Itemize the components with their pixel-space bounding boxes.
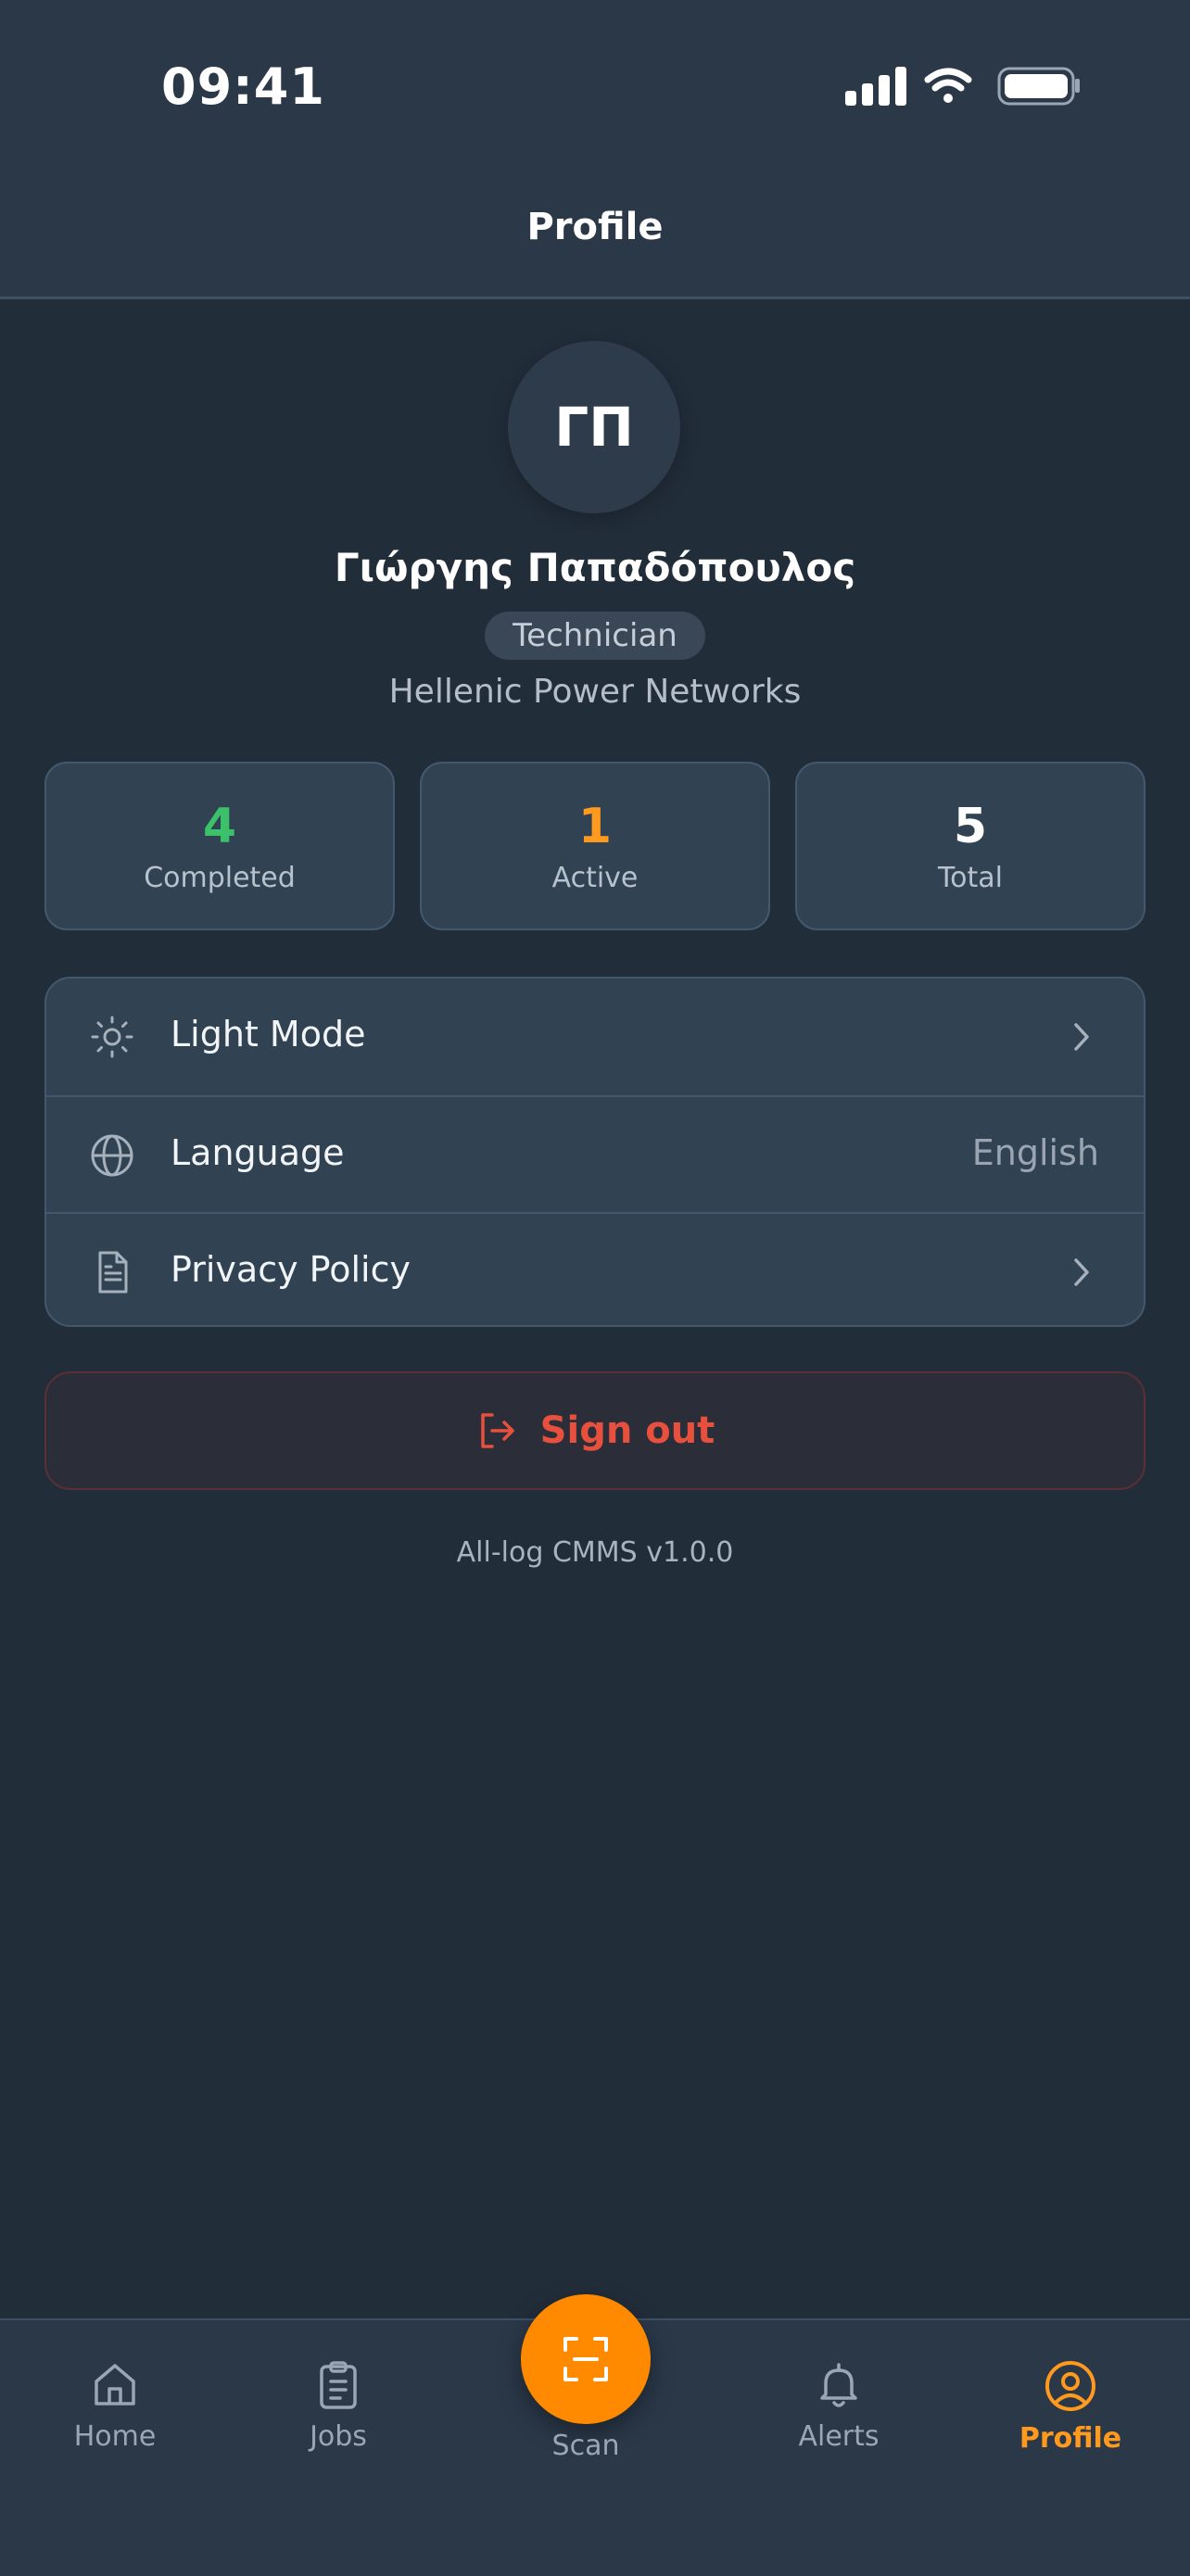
home-icon xyxy=(95,2364,135,2406)
nav-jobs[interactable]: Jobs xyxy=(246,2359,431,2453)
menu-item-label: Privacy Policy xyxy=(171,1249,411,1290)
stat-card-completed: 4 Completed xyxy=(44,762,395,930)
menu-item-language[interactable]: Language English xyxy=(46,1095,1144,1212)
clipboard-icon xyxy=(320,2361,357,2409)
menu-item-privacy-policy[interactable]: Privacy Policy xyxy=(46,1212,1144,1325)
nav-label: Home xyxy=(73,2420,157,2453)
stat-label: Active xyxy=(551,862,639,894)
app-version: All-log CMMS v1.0.0 xyxy=(456,1536,734,1569)
nav-home[interactable]: Home xyxy=(22,2359,208,2453)
nav-profile[interactable]: Profile xyxy=(978,2359,1163,2455)
sign-out-button[interactable]: Sign out xyxy=(44,1371,1146,1490)
nav-label-scan: Scan xyxy=(551,2430,620,2462)
status-icons xyxy=(845,67,1080,106)
status-time: 09:41 xyxy=(161,57,325,116)
language-value: English xyxy=(971,1132,1099,1173)
menu-item-label: Language xyxy=(171,1132,345,1173)
scan-icon xyxy=(563,2337,608,2381)
battery-icon xyxy=(997,67,1080,106)
stat-value: 4 xyxy=(202,799,237,854)
logout-icon xyxy=(480,1413,514,1448)
stat-card-total: 5 Total xyxy=(795,762,1146,930)
bell-icon xyxy=(820,2363,857,2407)
page-title: Profile xyxy=(526,206,664,248)
globe-icon xyxy=(91,1134,133,1177)
settings-menu: Light Mode Language English Privacy Poli… xyxy=(44,977,1146,1327)
menu-item-light-mode[interactable]: Light Mode xyxy=(46,979,1144,1095)
user-name: Γιώργης Παπαδόπουλος xyxy=(334,545,856,590)
chevron-right-icon xyxy=(1074,1258,1089,1286)
role-badge-wrap: Technician xyxy=(0,612,1190,660)
chevron-right-icon xyxy=(1074,1023,1089,1051)
top-bar: 09:41 Profile xyxy=(0,0,1190,299)
sign-out-label: Sign out xyxy=(539,1409,715,1452)
user-circle-icon xyxy=(1045,2361,1095,2411)
nav-label: Profile xyxy=(1019,2422,1122,2455)
stat-card-active: 1 Active xyxy=(420,762,770,930)
stat-value: 1 xyxy=(577,799,613,854)
menu-item-label: Light Mode xyxy=(171,1014,366,1054)
sun-icon xyxy=(91,1016,133,1058)
document-icon xyxy=(98,1251,128,1294)
stat-value: 5 xyxy=(953,799,988,854)
signal-icon xyxy=(845,67,906,106)
company-name: Hellenic Power Networks xyxy=(388,673,802,711)
stat-label: Total xyxy=(937,862,1004,894)
avatar: ΓΠ xyxy=(508,341,680,513)
role-badge: Technician xyxy=(485,612,705,660)
wifi-icon xyxy=(924,68,972,103)
nav-label: Alerts xyxy=(798,2420,880,2453)
stat-label: Completed xyxy=(144,862,296,894)
nav-alerts[interactable]: Alerts xyxy=(746,2359,931,2453)
scan-button[interactable] xyxy=(521,2294,651,2424)
nav-label: Jobs xyxy=(310,2420,367,2453)
